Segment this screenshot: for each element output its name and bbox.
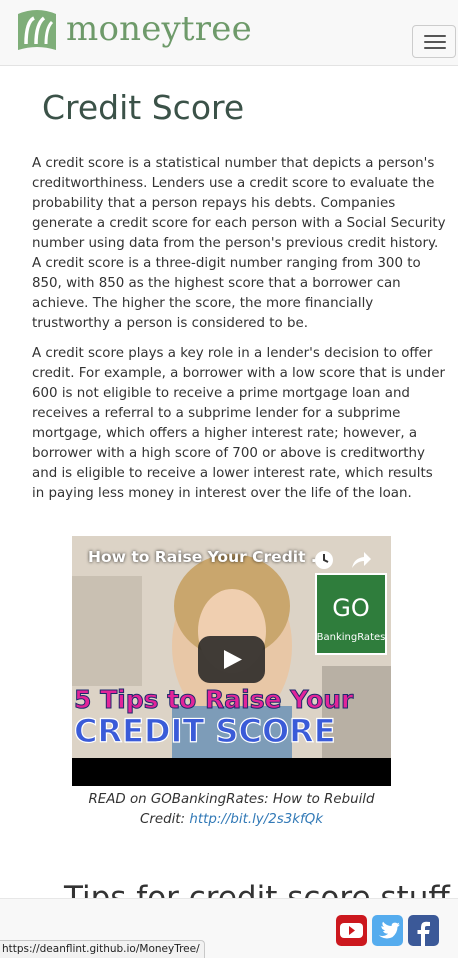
brand-name: moneytree <box>66 9 252 49</box>
lender-paragraph: A credit score plays a key role in a len… <box>32 346 446 501</box>
twitter-icon[interactable] <box>372 915 403 946</box>
badge-sub: BankingRates <box>317 632 386 643</box>
video-caption: READ on GOBankingRates: How to Rebuild C… <box>72 790 391 830</box>
facebook-icon[interactable] <box>408 915 439 946</box>
hamburger-menu-icon-bar <box>424 47 446 49</box>
navbar: moneytree <box>0 0 458 66</box>
watch-later-icon[interactable] <box>314 550 334 570</box>
play-button[interactable] <box>198 636 265 683</box>
brand-link[interactable]: moneytree <box>14 4 252 54</box>
hamburger-menu-icon-bar <box>424 41 446 43</box>
embedded-video[interactable]: GO BankingRates 5 Tips to Raise Your CRE… <box>72 536 391 786</box>
hamburger-menu-button[interactable] <box>412 25 456 58</box>
caption-link[interactable]: http://bit.ly/2s3kfQk <box>189 812 323 827</box>
thumbnail-text-line1: 5 Tips to Raise Your <box>74 685 354 714</box>
share-icon[interactable] <box>350 550 372 570</box>
thumbnail-text-line2: CREDIT SCORE <box>74 712 336 750</box>
status-bar-url: https://deanflint.github.io/MoneyTree/ <box>0 940 205 958</box>
intro-paragraph: A credit score is a statistical number t… <box>32 156 446 331</box>
badge-main: GO <box>332 594 370 622</box>
money-tree-logo <box>18 10 56 50</box>
video-title[interactable]: How to Raise Your Credit ... <box>88 548 329 566</box>
page-title: Credit Score <box>42 88 245 127</box>
youtube-icon[interactable] <box>336 915 367 946</box>
hamburger-menu-icon <box>424 35 446 37</box>
